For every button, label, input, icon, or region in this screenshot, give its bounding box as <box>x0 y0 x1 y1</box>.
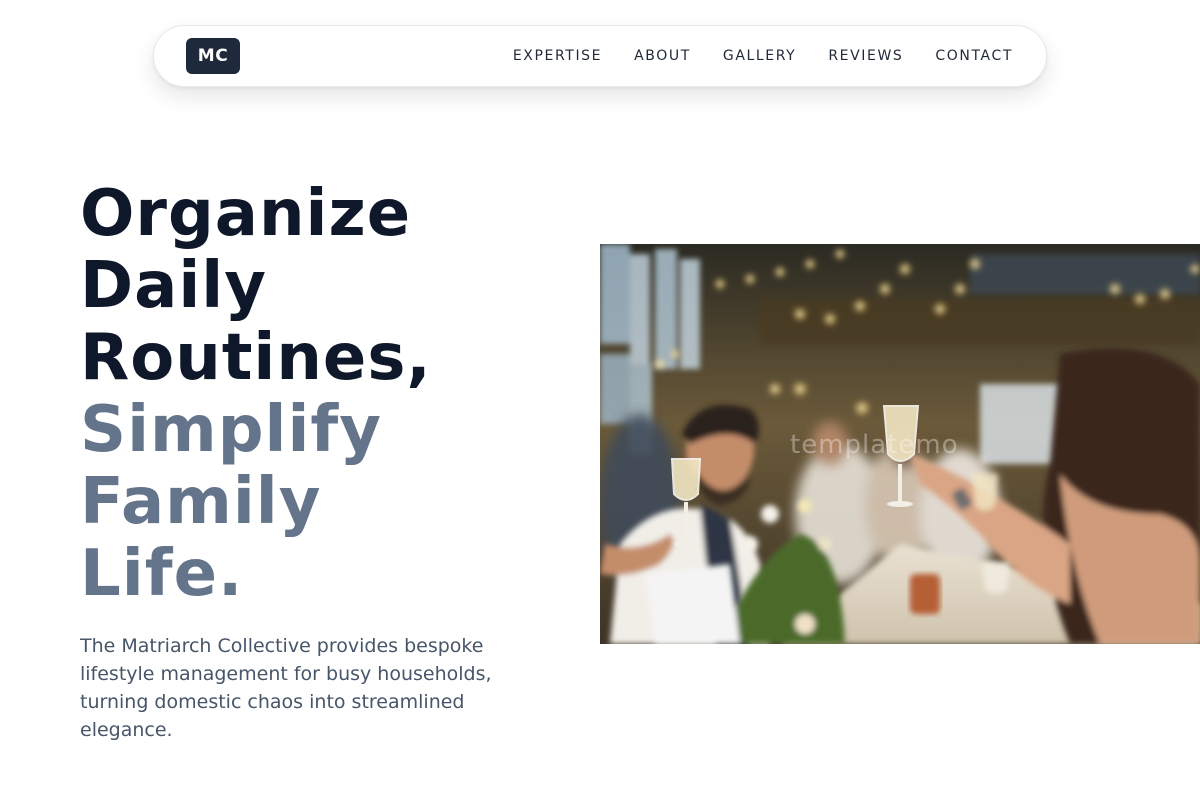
nav-link-about[interactable]: ABOUT <box>634 48 691 64</box>
hero-title: Organize Daily Routines, Simplify Family… <box>80 178 432 610</box>
hero-title-line-accent: Simplify <box>80 393 382 467</box>
hero-photo: templatemo <box>600 244 1200 644</box>
nav-link-reviews[interactable]: REVIEWS <box>828 48 903 64</box>
hero-title-line: Daily <box>80 249 267 323</box>
nav-link-contact[interactable]: CONTACT <box>935 48 1013 64</box>
image-watermark: templatemo <box>790 430 959 460</box>
hero-description: The Matriarch Collective provides bespok… <box>80 635 492 741</box>
nav-link-gallery[interactable]: GALLERY <box>723 48 796 64</box>
nav-link-expertise[interactable]: EXPERTISE <box>513 48 602 64</box>
nav-links: EXPERTISE ABOUT GALLERY REVIEWS CONTACT <box>481 48 1013 64</box>
hero-title-line-accent: Life. <box>80 537 244 611</box>
top-navigation: MC EXPERTISE ABOUT GALLERY REVIEWS CONTA… <box>153 25 1047 87</box>
hero-title-line-accent: Family <box>80 465 322 539</box>
logo-badge[interactable]: MC <box>186 38 240 74</box>
landing-page: MC EXPERTISE ABOUT GALLERY REVIEWS CONTA… <box>0 0 1200 800</box>
hero-title-line: Organize <box>80 177 412 251</box>
hero-title-line: Routines, <box>80 321 432 395</box>
